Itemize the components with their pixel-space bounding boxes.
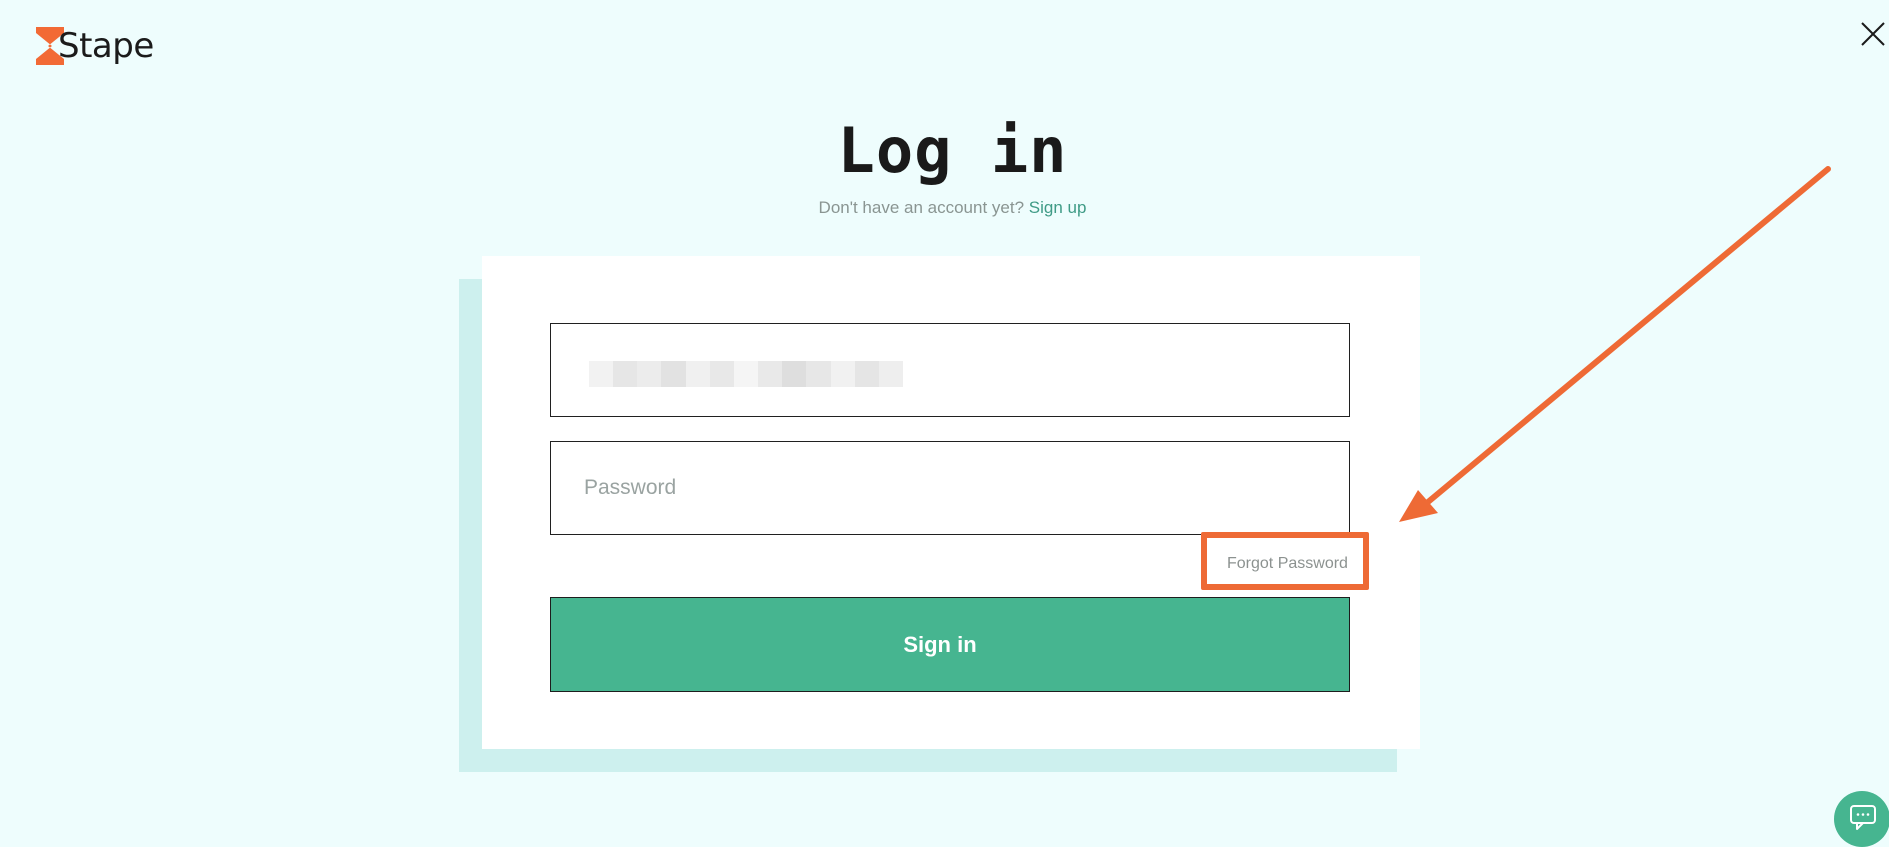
close-icon xyxy=(1861,22,1885,46)
email-input[interactable] xyxy=(551,324,1349,416)
chat-widget-button[interactable] xyxy=(1834,791,1889,847)
page-title: Log in xyxy=(837,114,1068,187)
signup-link[interactable]: Sign up xyxy=(1029,198,1087,217)
email-field-container xyxy=(550,323,1350,417)
signup-prompt: Don't have an account yet? Sign up xyxy=(0,198,1889,218)
forgot-password-highlight xyxy=(1201,532,1369,590)
chat-bubble-icon xyxy=(1850,805,1876,830)
brand-name: Stape xyxy=(58,26,154,66)
password-field-container xyxy=(550,441,1350,535)
sign-in-button[interactable]: Sign in xyxy=(550,597,1350,692)
login-card: Forgot Password Sign in xyxy=(482,256,1420,749)
password-input[interactable] xyxy=(551,442,1349,534)
sign-in-label: Sign in xyxy=(903,631,977,657)
signup-prompt-text: Don't have an account yet? xyxy=(818,198,1025,217)
brand-logo[interactable]: Stape xyxy=(36,26,154,66)
close-button[interactable] xyxy=(1857,18,1889,50)
